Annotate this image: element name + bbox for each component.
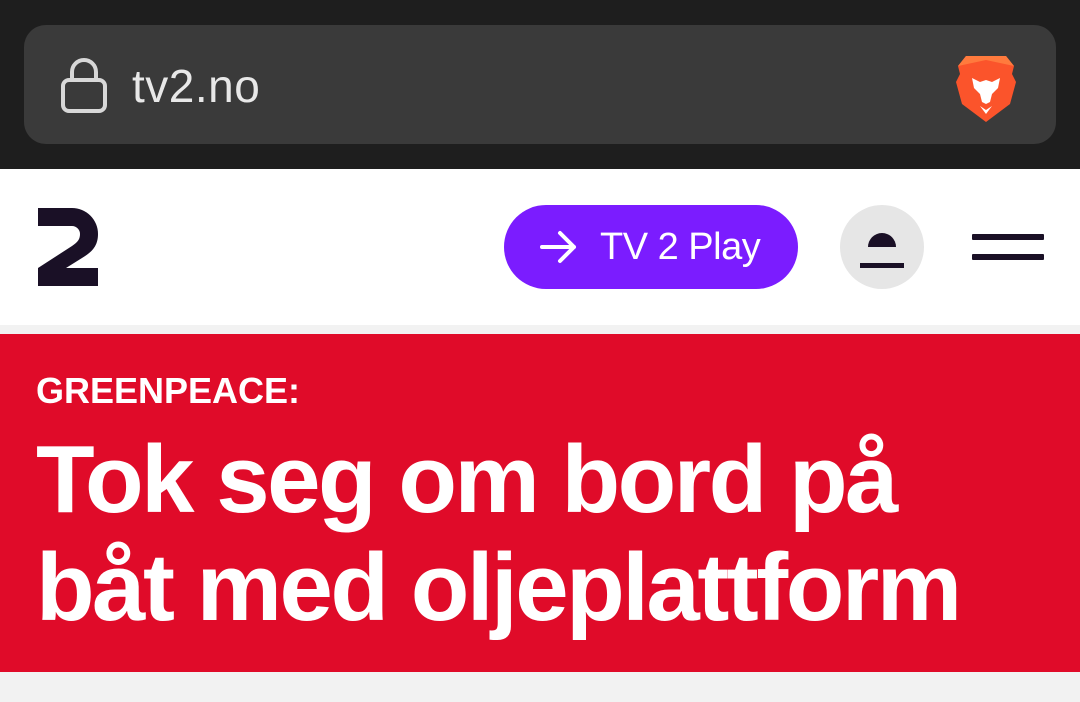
article-kicker[interactable]: GREENPEACE:: [36, 370, 300, 412]
article-headline[interactable]: Tok seg om bord på båt med oljeplattform: [36, 426, 1056, 642]
menu-bar-bottom: [972, 254, 1044, 260]
user-profile-icon: [860, 233, 904, 268]
arrow-right-icon: [540, 231, 576, 263]
tv2-play-label: TV 2 Play: [600, 226, 761, 268]
tv2-play-button[interactable]: TV 2 Play: [504, 205, 798, 289]
tv2-logo-icon[interactable]: [36, 206, 100, 288]
content-area: [0, 672, 1080, 702]
menu-bar-top: [972, 234, 1044, 240]
hamburger-menu-icon[interactable]: [968, 228, 1048, 268]
separator: [0, 325, 1080, 334]
brave-lion-icon[interactable]: [952, 52, 1020, 126]
profile-button[interactable]: [840, 205, 924, 289]
url-text[interactable]: tv2.no: [132, 58, 260, 114]
lock-icon: [61, 58, 107, 113]
